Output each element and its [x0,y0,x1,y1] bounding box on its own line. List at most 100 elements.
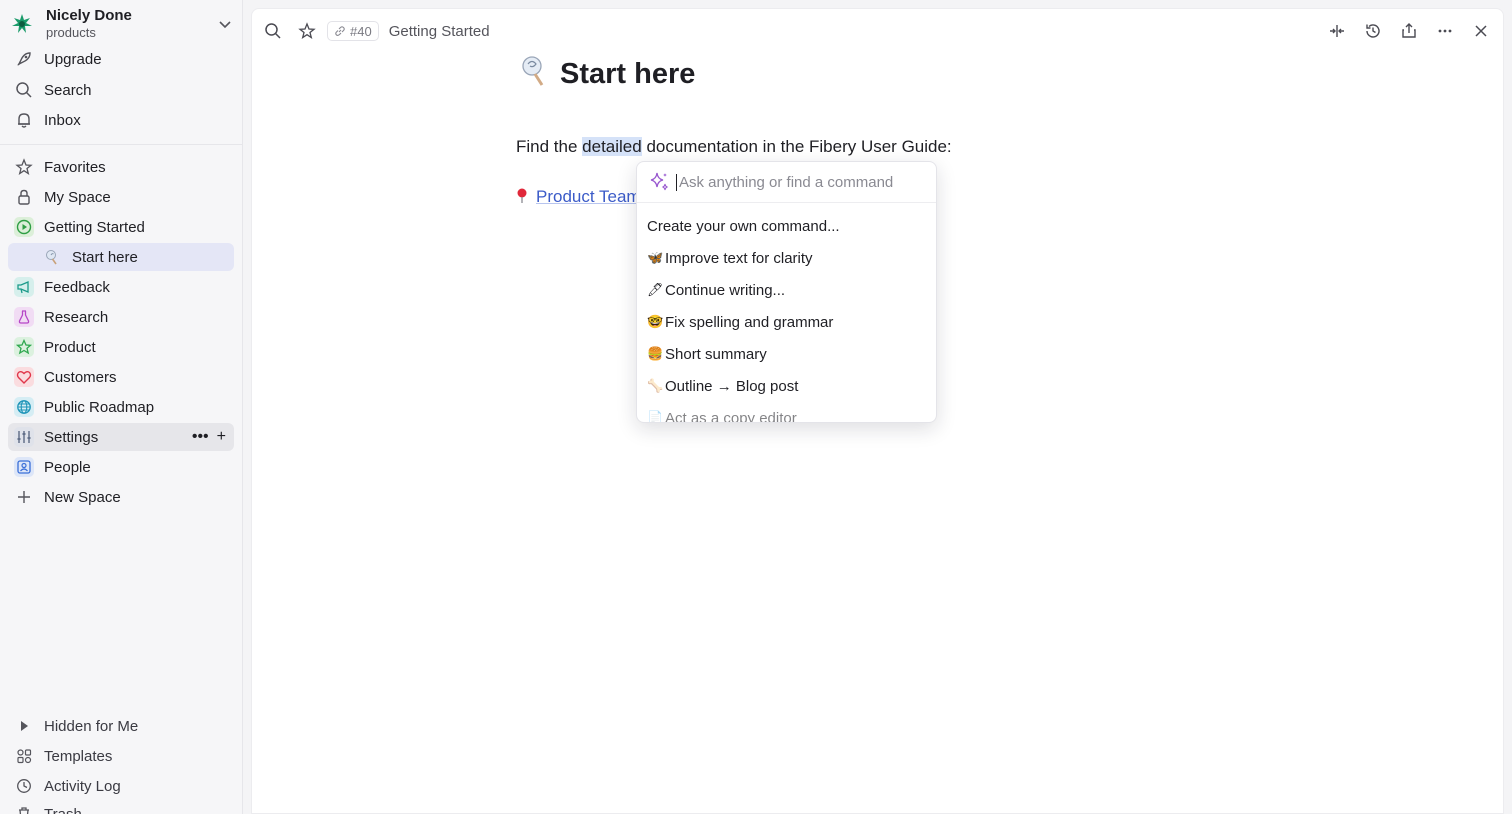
sliders-icon [14,427,34,447]
command-label: Outline → Blog post [665,377,799,395]
trash-icon [14,804,34,814]
document-title[interactable]: Start here [560,58,695,91]
megaphone-icon [14,277,34,297]
search-icon [14,80,34,100]
link-icon [335,26,345,36]
sparkle-icon [650,172,668,191]
sidebar-item-new-space[interactable]: New Space [8,483,234,511]
sidebar-item-trash[interactable]: Trash [8,800,234,814]
document-paragraph[interactable]: Find the detailed documentation in the F… [516,137,952,157]
clock-icon [14,776,34,796]
sidebar-item-public-roadmap[interactable]: Public Roadmap [8,393,234,421]
bell-icon [14,110,34,130]
nerd-face-icon: 🤓 [647,314,664,329]
sidebar-item-people[interactable]: People [8,453,234,481]
command-label: Fix spelling and grammar [665,313,834,331]
sidebar-item-start-here[interactable]: Start here [8,243,234,271]
globe-icon [14,397,34,417]
pen-icon: 🖊 [647,282,664,297]
workspace-name: Nicely Done [46,6,132,24]
sidebar-item-label: Favorites [44,158,106,176]
sidebar-item-label: New Space [44,488,121,506]
sidebar-item-customers[interactable]: Customers [8,363,234,391]
sidebar-item-research[interactable]: Research [8,303,234,331]
contact-card-icon [14,457,34,477]
lollipop-icon [42,247,62,267]
breadcrumb[interactable]: Getting Started [389,23,490,40]
workspace-subtitle: products [46,25,96,41]
expand-width-icon[interactable] [1323,17,1351,45]
sidebar-item-product[interactable]: Product [8,333,234,361]
selected-text: detailed [582,137,642,156]
search-icon[interactable] [259,17,287,45]
page-title: Start here [520,55,695,94]
chevron-down-icon[interactable] [214,13,236,35]
share-icon[interactable] [1395,17,1423,45]
butterfly-icon: 🦋 [647,250,664,265]
sidebar-item-label: Customers [44,368,117,386]
sidebar-item-inbox[interactable]: Inbox [8,106,234,134]
document-icon: 📄 [647,410,664,423]
paragraph-text: Find the [516,137,583,156]
command-fix-spelling[interactable]: 🤓 Fix spelling and grammar [637,306,936,338]
ai-command-input[interactable] [676,173,916,191]
favorite-star-icon[interactable] [293,17,321,45]
document-link-line: Product Team [516,187,641,207]
paragraph-text: documentation in the Fibery User Guide: [641,137,952,156]
sidebar-item-getting-started[interactable]: Getting Started [8,213,234,241]
sidebar-item-label: Settings [44,428,99,446]
pushpin-icon [516,188,528,207]
command-label: Short summary [665,345,767,363]
sidebar-item-settings[interactable]: Settings ••• + [8,423,234,451]
sidebar-item-label: Trash [44,805,82,814]
burger-icon: 🍔 [647,346,664,361]
bone-icon: 🦴 [647,378,664,393]
entity-id: #40 [350,23,372,39]
sidebar-item-label: Hidden for Me [44,717,139,735]
star-outline-icon [14,337,34,357]
command-outline-blog[interactable]: 🦴 Outline → Blog post [637,370,936,402]
sidebar-item-label: Inbox [44,111,81,129]
more-options-icon[interactable]: ••• [192,428,209,446]
play-circle-icon [14,217,34,237]
command-label: Continue writing... [665,281,786,299]
sidebar-item-upgrade[interactable]: Upgrade [8,45,234,73]
sidebar-item-label: Getting Started [44,218,145,236]
sidebar-item-label: Upgrade [44,50,102,68]
product-team-link[interactable]: Product Team [536,187,641,207]
close-icon[interactable] [1467,17,1495,45]
command-label: Act as a copy editor [665,409,797,423]
templates-icon [14,746,34,766]
sidebar-item-label: Activity Log [44,777,121,795]
sidebar-item-label: People [44,458,91,476]
sidebar-item-label: Research [44,308,109,326]
sidebar-item-my-space[interactable]: My Space [8,183,234,211]
triangle-right-icon [14,716,34,736]
sidebar-item-hidden-for-me[interactable]: Hidden for Me [8,712,234,740]
command-create-own[interactable]: Create your own command... [637,210,936,242]
star-icon [14,157,34,177]
history-icon[interactable] [1359,17,1387,45]
more-options-icon[interactable] [1431,17,1459,45]
lollipop-icon[interactable] [520,55,548,94]
command-label: Improve text for clarity [665,249,813,267]
workspace-logo-icon [8,10,36,38]
add-icon[interactable]: + [217,428,226,446]
command-short-summary[interactable]: 🍔 Short summary [637,338,936,370]
sidebar: Nicely Done products Upgrade Search Inbo… [0,0,243,814]
command-improve-text[interactable]: 🦋 Improve text for clarity [637,242,936,274]
sidebar-item-templates[interactable]: Templates [8,742,234,770]
sidebar-item-label: Start here [72,248,138,266]
sidebar-item-feedback[interactable]: Feedback [8,273,234,301]
rocket-icon [14,49,34,69]
plus-icon [14,487,34,507]
sidebar-item-favorites[interactable]: Favorites [8,153,234,181]
command-copy-editor[interactable]: 📄 Act as a copy editor [637,402,936,423]
sidebar-item-search[interactable]: Search [8,76,234,104]
lock-icon [14,187,34,207]
command-label: Create your own command... [647,217,840,235]
workspace-switcher[interactable]: Nicely Done products [8,6,236,42]
entity-id-chip[interactable]: #40 [327,21,379,41]
sidebar-item-activity-log[interactable]: Activity Log [8,772,234,800]
command-continue-writing[interactable]: 🖊 Continue writing... [637,274,936,306]
